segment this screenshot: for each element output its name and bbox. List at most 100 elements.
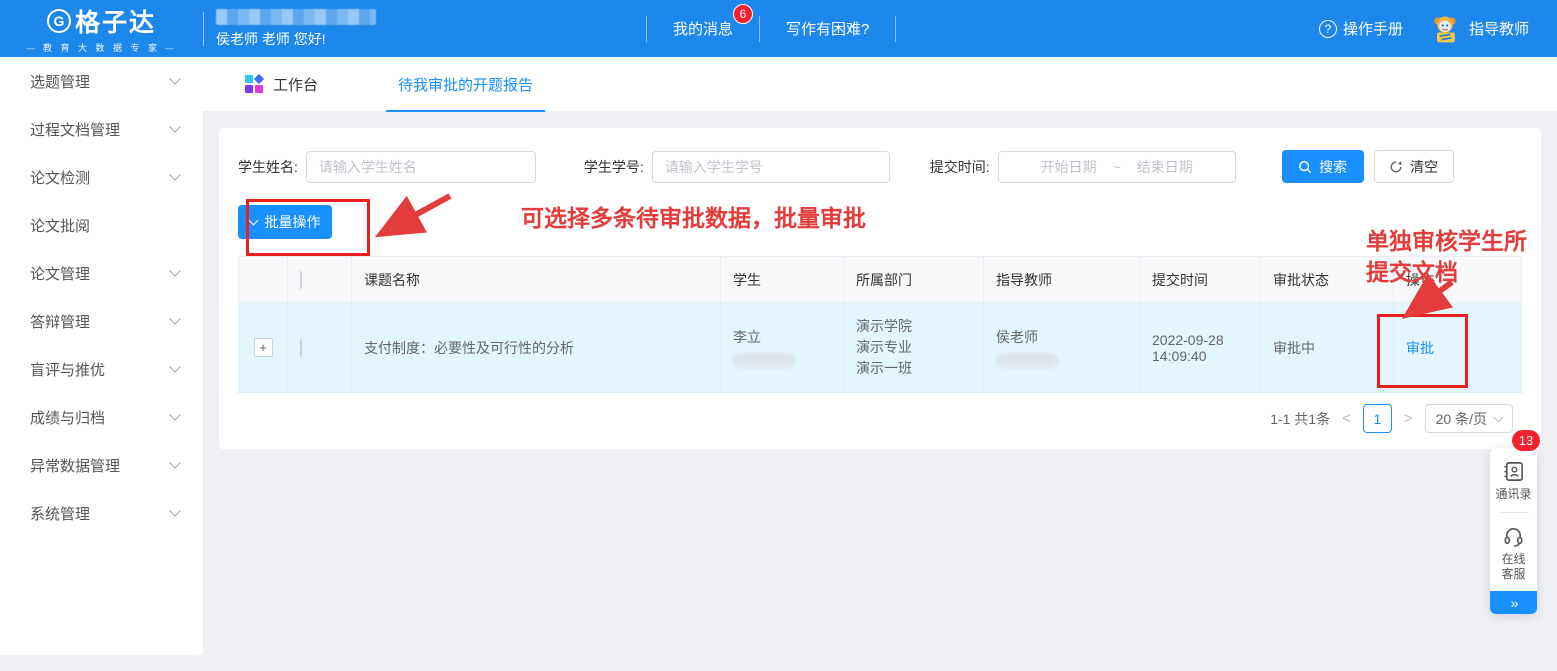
- sidebar-item-topic-management[interactable]: 选题管理: [0, 57, 203, 105]
- student-no-input[interactable]: [652, 151, 890, 183]
- select-all-column-header: [288, 257, 352, 303]
- chevron-down-icon: [169, 505, 180, 516]
- online-service-label: 在线客服: [1501, 552, 1525, 582]
- dept-college: 演示学院: [856, 316, 971, 337]
- chevron-down-icon: [169, 121, 180, 132]
- page-size-select[interactable]: 20 条/页: [1425, 404, 1513, 433]
- department-cell: 演示学院 演示专业 演示一班: [844, 303, 984, 393]
- manual-link[interactable]: ? 操作手册: [1319, 18, 1403, 39]
- checkbox-cell: [288, 303, 352, 393]
- search-button-label: 搜索: [1319, 157, 1347, 177]
- status-cell: 审批中: [1261, 303, 1394, 393]
- sidebar-item-label: 盲评与推优: [30, 359, 105, 380]
- student-name-input[interactable]: [306, 151, 536, 183]
- pagination-total: 1-1 共1条: [1270, 409, 1330, 429]
- submit-time-label: 提交时间:: [930, 157, 990, 177]
- sidebar-item-label: 选题管理: [30, 71, 90, 92]
- chevron-down-icon: [169, 361, 180, 372]
- col-advisor: 指导教师: [984, 257, 1140, 303]
- user-greeting: 侯老师 老师 您好!: [216, 29, 376, 49]
- chevron-down-icon: [248, 216, 258, 226]
- sidebar-item-label: 系统管理: [30, 503, 90, 524]
- action-cell: 审批: [1394, 303, 1522, 393]
- student-name-label: 学生姓名:: [238, 157, 298, 177]
- filter-bar: 学生姓名: 学生学号: 提交时间: 开始日期 ~ 结束日期 搜索 清空: [238, 150, 1522, 183]
- chevron-down-icon: [169, 265, 180, 276]
- tab-workbench[interactable]: 工作台: [245, 74, 318, 95]
- row-checkbox[interactable]: [300, 339, 302, 357]
- role-switcher[interactable]: 指导教师: [1429, 13, 1529, 45]
- header-nav: 我的消息 6 写作有困难?: [646, 16, 896, 42]
- panel-collapse-button[interactable]: »: [1490, 591, 1537, 614]
- chevron-down-icon: [1494, 412, 1504, 422]
- student-name: 李立: [733, 327, 831, 347]
- next-page-button[interactable]: >: [1402, 410, 1415, 427]
- main-area: 工作台 待我审批的开题报告 学生姓名: 学生学号: 提交时间: 开始日期 ~ 结…: [203, 57, 1557, 671]
- sidebar-item-paper-review[interactable]: 论文批阅: [0, 201, 203, 249]
- clear-button[interactable]: 清空: [1374, 150, 1454, 183]
- page-number-button[interactable]: 1: [1363, 404, 1392, 433]
- sidebar-item-system-management[interactable]: 系统管理: [0, 489, 203, 537]
- col-topic: 课题名称: [352, 257, 721, 303]
- school-name-blurred: [216, 9, 376, 25]
- online-service-item[interactable]: 在线客服: [1501, 513, 1525, 582]
- prev-page-button[interactable]: <: [1340, 410, 1353, 427]
- approval-table: 课题名称 学生 所属部门 指导教师 提交时间 审批状态 操作 + 支付制度：必要…: [238, 256, 1522, 393]
- select-all-checkbox[interactable]: [300, 271, 302, 289]
- batch-operation-button[interactable]: 批量操作: [238, 205, 332, 239]
- date-range-picker[interactable]: 开始日期 ~ 结束日期: [998, 151, 1236, 183]
- logo-text: 格子达: [75, 3, 156, 39]
- logo-g-icon: G: [47, 9, 71, 33]
- sidebar-item-process-docs[interactable]: 过程文档管理: [0, 105, 203, 153]
- expand-row-button[interactable]: +: [254, 338, 273, 357]
- topic-cell: 支付制度：必要性及可行性的分析: [352, 303, 721, 393]
- sidebar-item-label: 答辩管理: [30, 311, 90, 332]
- col-action: 操作: [1394, 257, 1522, 303]
- writing-help-link[interactable]: 写作有困难?: [760, 18, 895, 39]
- date-range-tilde: ~: [1113, 159, 1121, 175]
- tab-pending-approval[interactable]: 待我审批的开题报告: [386, 57, 545, 112]
- advisor-name: 侯老师: [996, 327, 1127, 347]
- submit-time-cell: 2022-09-28 14:09:40: [1140, 303, 1261, 393]
- contacts-item[interactable]: 通讯录: [1495, 448, 1531, 502]
- my-messages-link[interactable]: 我的消息 6: [647, 18, 759, 39]
- sidebar-item-paper-check[interactable]: 论文检测: [0, 153, 203, 201]
- approve-link[interactable]: 审批: [1406, 340, 1434, 356]
- floating-help-panel: 通讯录 在线客服 »: [1490, 448, 1537, 614]
- sidebar-item-label: 论文管理: [30, 263, 90, 284]
- question-circle-icon: ?: [1319, 20, 1337, 38]
- nav-divider: [895, 16, 896, 42]
- search-button[interactable]: 搜索: [1282, 150, 1364, 183]
- content-card: 学生姓名: 学生学号: 提交时间: 开始日期 ~ 结束日期 搜索 清空: [219, 128, 1541, 449]
- chevron-down-icon: [169, 73, 180, 84]
- manual-label: 操作手册: [1343, 18, 1403, 39]
- submit-time: 14:09:40: [1152, 348, 1248, 364]
- table-row: + 支付制度：必要性及可行性的分析 李立 演示学院 演示专业 演示一班 侯老师: [239, 303, 1522, 393]
- clear-button-label: 清空: [1410, 157, 1438, 177]
- sidebar-item-defense-management[interactable]: 答辩管理: [0, 297, 203, 345]
- expand-column-header: [239, 257, 288, 303]
- start-date-placeholder: 开始日期: [1041, 157, 1097, 177]
- sidebar-item-grades-archive[interactable]: 成绩与归档: [0, 393, 203, 441]
- header-divider: [203, 12, 204, 46]
- col-status: 审批状态: [1261, 257, 1394, 303]
- student-no-label: 学生学号:: [584, 157, 644, 177]
- col-department: 所属部门: [844, 257, 984, 303]
- dept-major: 演示专业: [856, 337, 971, 358]
- dept-class: 演示一班: [856, 358, 971, 379]
- expand-cell: +: [239, 303, 288, 393]
- sidebar: 选题管理 过程文档管理 论文检测 论文批阅 论文管理 答辩管理 盲评与推优 成绩…: [0, 57, 203, 663]
- my-messages-label: 我的消息: [673, 21, 733, 38]
- workbench-grid-icon: [245, 75, 263, 93]
- advisor-id-blurred: [996, 353, 1058, 368]
- chevron-down-icon: [169, 169, 180, 180]
- chevron-down-icon: [169, 457, 180, 468]
- sidebar-item-paper-management[interactable]: 论文管理: [0, 249, 203, 297]
- table-header-row: 课题名称 学生 所属部门 指导教师 提交时间 审批状态 操作: [239, 257, 1522, 303]
- chevron-down-icon: [169, 409, 180, 420]
- sidebar-item-blind-review[interactable]: 盲评与推优: [0, 345, 203, 393]
- batch-operation-label: 批量操作: [265, 212, 321, 232]
- sidebar-item-label: 成绩与归档: [30, 407, 105, 428]
- chevron-down-icon: [169, 313, 180, 324]
- sidebar-item-abnormal-data[interactable]: 异常数据管理: [0, 441, 203, 489]
